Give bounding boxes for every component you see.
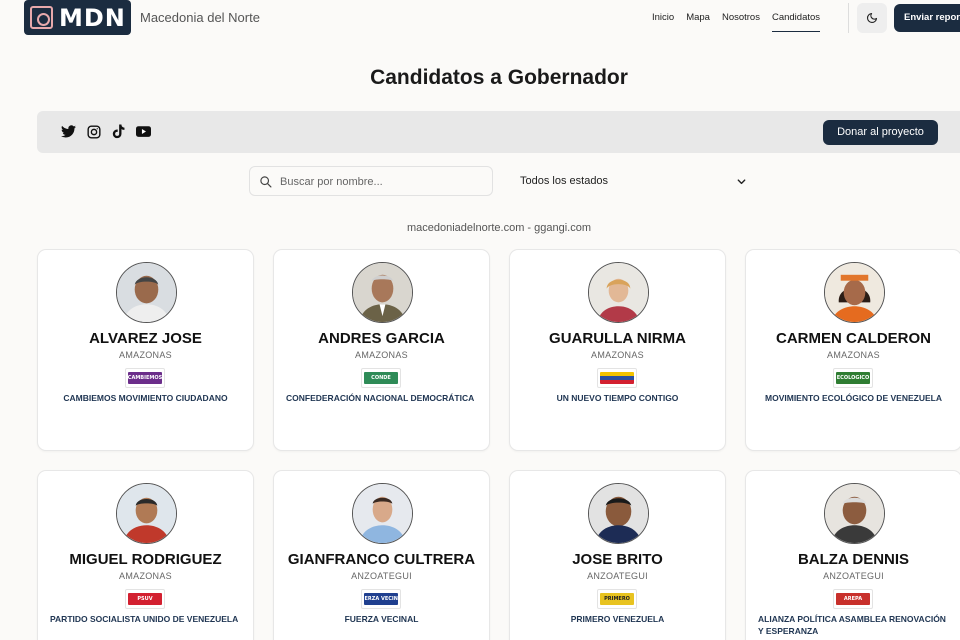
party-logo: PRIMERO bbox=[597, 589, 637, 609]
party-name: UN NUEVO TIEMPO CONTIGO bbox=[556, 393, 679, 403]
candidate-card[interactable]: GIANFRANCO CULTRERA ANZOATEGUI FUERZA VE… bbox=[273, 470, 490, 640]
candidate-card[interactable]: GUARULLA NIRMA AMAZONAS UN NUEVO TIEMPO … bbox=[509, 249, 726, 451]
party-logo: PSUV bbox=[125, 589, 165, 609]
party-logo: CAMBIEMOS bbox=[125, 368, 165, 388]
search-field bbox=[249, 166, 493, 196]
candidate-photo bbox=[588, 262, 649, 323]
party-name: ALIANZA POLÍTICA ASAMBLEA RENOVACIÓN Y E… bbox=[758, 614, 946, 636]
candidate-name: ALVAREZ JOSE bbox=[89, 330, 202, 347]
main-nav: Inicio Mapa Nosotros Candidatos bbox=[652, 12, 821, 32]
donate-button[interactable]: Donar al proyecto bbox=[823, 120, 938, 145]
nav-link-nosotros[interactable]: Nosotros bbox=[722, 12, 760, 32]
candidate-photo bbox=[824, 483, 885, 544]
candidate-state: AMAZONAS bbox=[827, 350, 880, 360]
top-navbar: MDN Macedonia del Norte Inicio Mapa Noso… bbox=[0, 0, 960, 35]
moon-icon bbox=[866, 12, 878, 24]
candidate-photo bbox=[588, 483, 649, 544]
candidate-state: AMAZONAS bbox=[591, 350, 644, 360]
candidate-photo bbox=[352, 262, 413, 323]
theme-toggle-button[interactable] bbox=[857, 3, 887, 33]
social-links bbox=[61, 124, 151, 139]
party-logo: AREPA bbox=[833, 589, 873, 609]
candidate-photo bbox=[116, 262, 177, 323]
candidate-card[interactable]: ALVAREZ JOSE AMAZONAS CAMBIEMOS CAMBIEMO… bbox=[37, 249, 254, 451]
candidate-name: GIANFRANCO CULTRERA bbox=[287, 551, 476, 568]
send-report-button[interactable]: Enviar report bbox=[894, 4, 960, 32]
chevron-down-icon bbox=[737, 179, 746, 185]
nav-divider bbox=[848, 3, 849, 33]
candidate-name: ANDRES GARCIA bbox=[318, 330, 445, 347]
candidate-name: GUARULLA NIRMA bbox=[549, 330, 686, 347]
candidate-photo bbox=[116, 483, 177, 544]
party-name: MOVIMIENTO ECOLÓGICO DE VENEZUELA bbox=[765, 393, 942, 403]
candidate-name: BALZA DENNIS bbox=[797, 551, 910, 568]
candidate-card[interactable]: ANDRES GARCIA AMAZONAS CONDE CONFEDERACI… bbox=[273, 249, 490, 451]
nav-link-mapa[interactable]: Mapa bbox=[686, 12, 710, 32]
youtube-icon[interactable] bbox=[136, 124, 151, 139]
logo-text: MDN bbox=[59, 3, 126, 32]
candidate-card[interactable]: CARMEN CALDERON AMAZONAS ECOLOGICO MOVIM… bbox=[745, 249, 960, 451]
state-select[interactable]: Todos los estados bbox=[510, 166, 756, 196]
party-logo bbox=[597, 368, 637, 388]
twitter-icon[interactable] bbox=[61, 124, 76, 139]
nav-link-inicio[interactable]: Inicio bbox=[652, 12, 674, 32]
party-name: CONFEDERACIÓN NACIONAL DEMOCRÁTICA bbox=[286, 393, 475, 403]
candidate-card[interactable]: BALZA DENNIS ANZOATEGUI AREPA ALIANZA PO… bbox=[745, 470, 960, 640]
instagram-icon[interactable] bbox=[86, 124, 101, 139]
candidate-name: MIGUEL RODRIGUEZ bbox=[69, 551, 222, 568]
party-logo: FUERZA VECINAL bbox=[361, 589, 401, 609]
candidate-name: JOSE BRITO bbox=[572, 551, 663, 568]
search-input[interactable] bbox=[280, 173, 480, 191]
party-name: FUERZA VECINAL bbox=[344, 614, 419, 624]
candidate-state: ANZOATEGUI bbox=[823, 571, 884, 581]
candidate-photo bbox=[352, 483, 413, 544]
candidate-state: ANZOATEGUI bbox=[587, 571, 648, 581]
candidate-name: CARMEN CALDERON bbox=[776, 330, 931, 347]
logo-mark-icon bbox=[30, 6, 53, 29]
party-logo: CONDE bbox=[361, 368, 401, 388]
state-select-value: Todos los estados bbox=[520, 175, 609, 187]
page-title: Candidatos a Gobernador bbox=[370, 66, 628, 89]
candidate-photo bbox=[824, 262, 885, 323]
party-name: PRIMERO VENEZUELA bbox=[570, 614, 665, 624]
search-icon bbox=[260, 176, 272, 188]
party-name: CAMBIEMOS MOVIMIENTO CIUDADANO bbox=[63, 393, 228, 403]
candidate-state: AMAZONAS bbox=[355, 350, 408, 360]
party-name: PARTIDO SOCIALISTA UNIDO DE VENEZUELA bbox=[50, 614, 239, 624]
candidate-state: ANZOATEGUI bbox=[351, 571, 412, 581]
candidate-card[interactable]: JOSE BRITO ANZOATEGUI PRIMERO PRIMERO VE… bbox=[509, 470, 726, 640]
tiktok-icon[interactable] bbox=[111, 124, 126, 139]
nav-link-candidatos[interactable]: Candidatos bbox=[771, 12, 821, 32]
candidate-state: AMAZONAS bbox=[119, 571, 172, 581]
site-logo[interactable]: MDN bbox=[24, 0, 131, 35]
candidate-state: AMAZONAS bbox=[119, 350, 172, 360]
party-logo: ECOLOGICO bbox=[833, 368, 873, 388]
social-bar: Donar al proyecto bbox=[37, 111, 960, 153]
domain-links: macedoniadelnorte.com - ggangi.com bbox=[406, 222, 592, 234]
site-name[interactable]: Macedonia del Norte bbox=[140, 10, 260, 25]
candidate-card[interactable]: MIGUEL RODRIGUEZ AMAZONAS PSUV PARTIDO S… bbox=[37, 470, 254, 640]
